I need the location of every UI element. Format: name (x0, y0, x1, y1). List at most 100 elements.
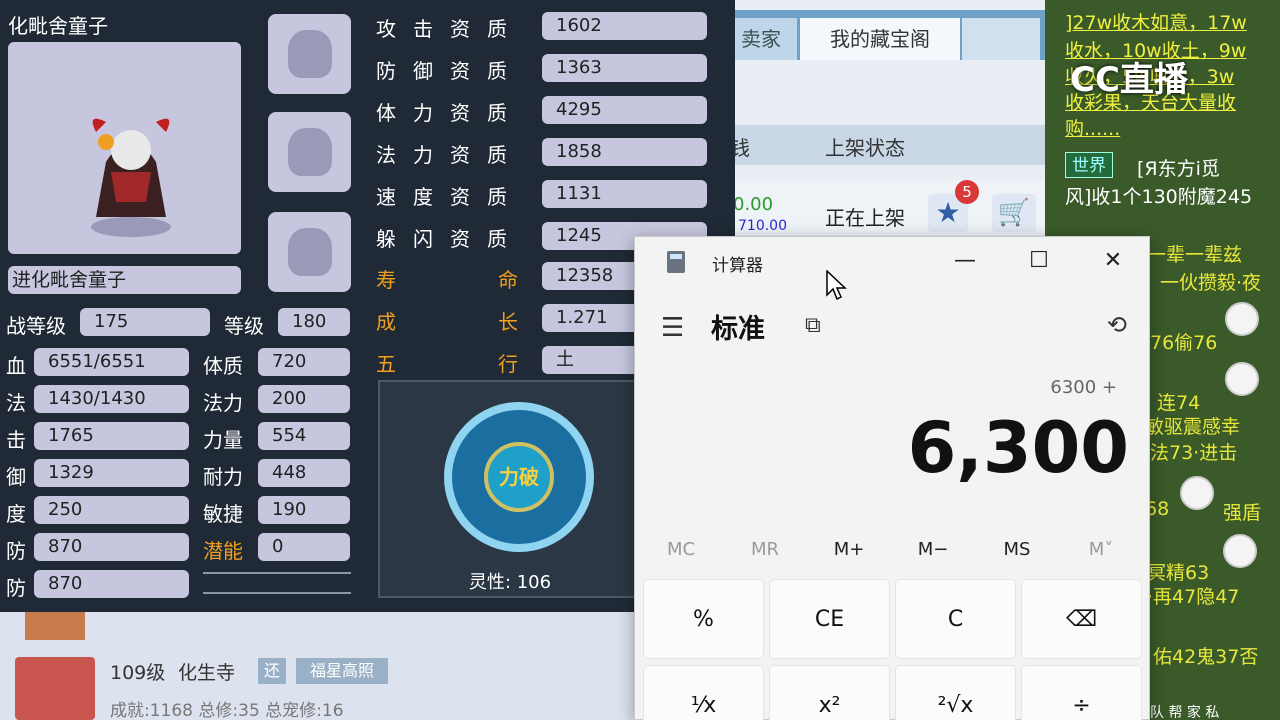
stat-label: 防 (6, 576, 26, 600)
screen: 卖家 我的藏宝阁 钱 上架状态 0.00 710.00 正在上架 ★ 5 🛒 ]… (0, 0, 1280, 720)
percent-button[interactable]: % (643, 579, 764, 659)
memory-subtract-button[interactable]: M− (891, 535, 975, 565)
col-status: 上架状态 (825, 136, 905, 160)
equipment-icon (288, 30, 332, 78)
emoji-face-icon (1225, 362, 1259, 396)
stat-value: 1329 (34, 459, 189, 487)
quality-label: 防御资质 (376, 59, 524, 83)
calculator-window: 计算器 — ☐ ✕ ☰ 标准 ⧉ ⟲ 6300 + 6,300 MC MR M+… (634, 236, 1150, 720)
spirit-ring[interactable]: 力破 (444, 402, 594, 552)
battle-level-value: 175 (80, 308, 210, 336)
calculator-app-icon (667, 251, 685, 273)
equip-slot-2[interactable] (268, 112, 351, 192)
minimize-button[interactable]: — (935, 243, 995, 279)
clear-button[interactable]: C (895, 579, 1016, 659)
close-icon: ✕ (1103, 248, 1123, 273)
quality-label: 体力资质 (376, 101, 524, 125)
window-title: 计算器 (712, 256, 763, 276)
quality-value: 1602 (542, 12, 707, 40)
equip-slot-1[interactable] (268, 14, 351, 94)
chat-line: 强盾 (1223, 502, 1262, 524)
potential-value: 0 (258, 533, 350, 561)
star-icon: ★ (935, 196, 961, 229)
lifespan-label: 寿 (376, 268, 396, 292)
hamburger-icon: ☰ (661, 313, 685, 343)
spirit-box: 力破 灵性: 106 (378, 380, 638, 598)
menu-button[interactable]: ☰ (661, 313, 684, 343)
quality-value: 1131 (542, 180, 707, 208)
quality-label: 法力资质 (376, 143, 524, 167)
emoji-face-icon (1223, 534, 1257, 568)
memory-clear-button[interactable]: MC (639, 535, 723, 565)
player-list: 109级 化生寺 还 福星高照 成就:1168 总修:35 总宠修:16 (0, 612, 700, 720)
stat-value: 448 (258, 459, 350, 487)
stat-label: 体质 (203, 354, 243, 378)
square-button[interactable]: x² (769, 665, 890, 720)
stat-label: 血 (6, 354, 26, 378)
avatar[interactable] (25, 612, 85, 640)
memory-list-button[interactable]: M˅ (1059, 535, 1143, 565)
clear-entry-button[interactable]: CE (769, 579, 890, 659)
chat-line: 一辈一辈兹 (1147, 244, 1243, 266)
backspace-button[interactable]: ⌫ (1021, 579, 1142, 659)
row-price-sub: 710.00 (738, 218, 787, 234)
equip-slot-3[interactable] (268, 212, 351, 292)
player-achievement: 成就:1168 总修:35 总宠修:16 (110, 701, 344, 720)
player-level: 109级 (110, 662, 166, 684)
memory-add-button[interactable]: M+ (807, 535, 891, 565)
row-status: 正在上架 (825, 206, 905, 230)
mouse-cursor-icon (826, 270, 847, 301)
avatar[interactable] (15, 657, 95, 720)
level-label: 等级 (224, 314, 264, 338)
divide-button[interactable]: ÷ (1021, 665, 1142, 720)
chat-bottom-tabs[interactable]: 队 帮 家 私 (1150, 702, 1219, 720)
stat-value: 1765 (34, 422, 189, 450)
maximize-button[interactable]: ☐ (1009, 243, 1069, 279)
spirit-skill-button[interactable]: 力破 (484, 442, 554, 512)
history-button[interactable]: ⟲ (1107, 311, 1127, 339)
chat-line: 法73·进击 (1150, 442, 1238, 464)
stat-value: 554 (258, 422, 350, 450)
favorite-count-badge: 5 (955, 180, 979, 204)
player-tag: 还 (258, 658, 286, 684)
stat-label: 法力 (203, 391, 243, 415)
result-display: 6,300 (907, 407, 1129, 489)
quality-value: 4295 (542, 96, 707, 124)
quality-label: 速度资质 (376, 185, 524, 209)
stat-label: 御 (6, 465, 26, 489)
stat-value: 190 (258, 496, 350, 524)
square-root-button[interactable]: ²√x (895, 665, 1016, 720)
close-button[interactable]: ✕ (1083, 243, 1143, 279)
tab-extra[interactable] (962, 18, 1040, 60)
element-label-2: 行 (498, 352, 518, 376)
mode-title: 标准 (711, 314, 765, 345)
pet-name-title: 化毗舍童子 (8, 14, 108, 38)
stat-value: 870 (34, 533, 189, 561)
keep-on-top-icon: ⧉ (805, 313, 821, 338)
player-school: 化生寺 (178, 662, 236, 684)
chat-line: 购...... (1065, 118, 1121, 140)
stat-value: 250 (34, 496, 189, 524)
reciprocal-button[interactable]: ¹⁄x (643, 665, 764, 720)
memory-store-button[interactable]: MS (975, 535, 1059, 565)
cart-button[interactable]: 🛒 (992, 194, 1036, 232)
stat-label: 力量 (203, 428, 243, 452)
stat-value: 200 (258, 385, 350, 413)
chat-sender[interactable]: [Я东方i觅 (1137, 154, 1220, 181)
tab-my-treasure[interactable]: 我的藏宝阁 (800, 18, 960, 60)
spirit-value: 灵性: 106 (468, 572, 552, 593)
tab-seller[interactable]: 卖家 (725, 18, 797, 60)
table-row[interactable]: 0.00 710.00 正在上架 ★ 5 🛒 (700, 180, 1045, 235)
trade-tabs: 卖家 我的藏宝阁 (700, 10, 1045, 60)
keep-on-top-button[interactable]: ⧉ (805, 313, 821, 338)
expression-display: 6300 + (1050, 377, 1117, 398)
memory-recall-button[interactable]: MR (723, 535, 807, 565)
lifespan-label-2: 命 (498, 268, 518, 292)
chat-line: 一伙攒毅·夜 (1160, 272, 1262, 294)
cc-live-logo: CC直播 (1070, 60, 1188, 100)
memory-row: MC MR M+ M− MS M˅ (635, 535, 1151, 565)
stat-label: 击 (6, 428, 26, 452)
world-channel-badge[interactable]: 世界 (1065, 152, 1113, 178)
chat-line: 敏驱震感幸 (1145, 416, 1241, 438)
emoji-face-icon (1225, 302, 1259, 336)
